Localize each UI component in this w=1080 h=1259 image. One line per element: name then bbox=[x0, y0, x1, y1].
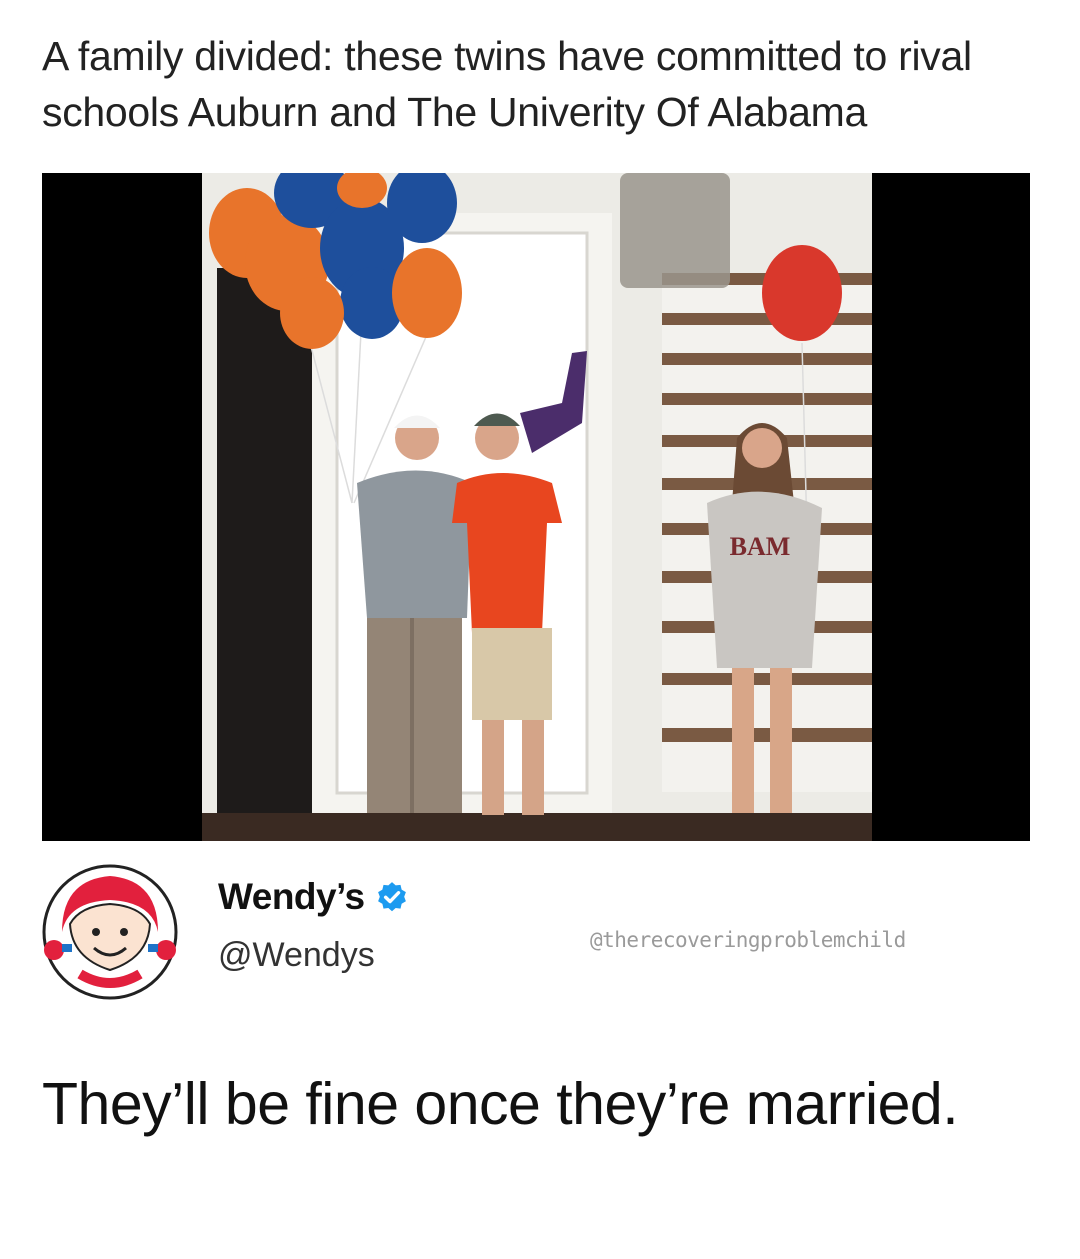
watermark-text: @therecoveringproblemchild bbox=[590, 928, 906, 952]
tweet-text: They’ll be fine once they’re married. bbox=[42, 1071, 959, 1137]
post-photo: BAM bbox=[42, 173, 1030, 841]
shirt-text: BAM bbox=[730, 532, 791, 561]
account-handle[interactable]: @Wendys bbox=[218, 936, 375, 975]
account-name[interactable]: Wendy’s bbox=[218, 876, 365, 918]
wendys-logo-icon bbox=[42, 864, 178, 1000]
tweet-header: Wendy’s @Wendys @therecoveringproblemchi… bbox=[40, 858, 1040, 1000]
wendys-avatar[interactable] bbox=[40, 862, 180, 1002]
post-caption: A family divided: these twins have commi… bbox=[42, 33, 972, 135]
verified-badge-icon bbox=[377, 882, 406, 912]
